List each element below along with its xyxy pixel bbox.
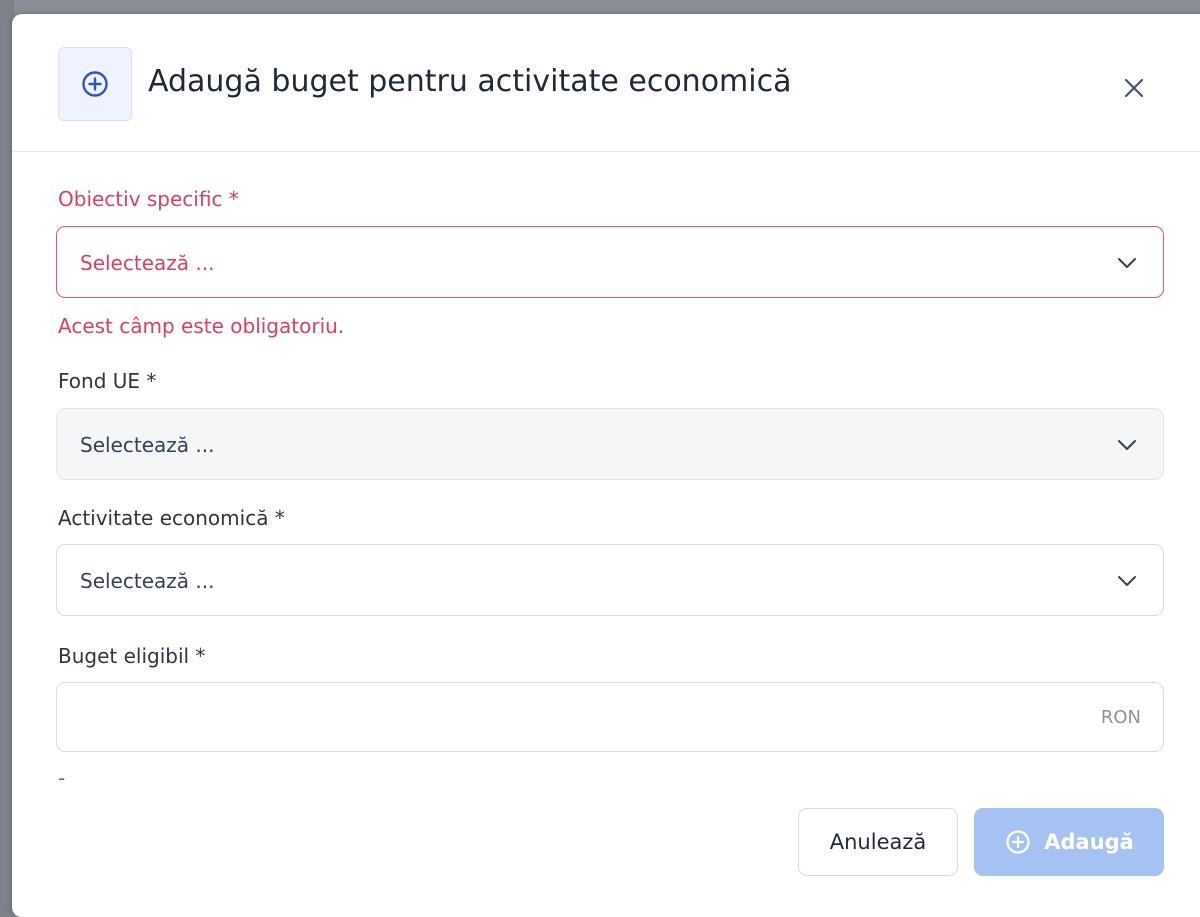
add-button[interactable]: Adaugă — [974, 808, 1164, 876]
add-budget-dialog: Adaugă buget pentru activitate economică… — [12, 14, 1200, 917]
buget-eligibil-input[interactable] — [79, 701, 1063, 735]
buget-eligibil-field: RON — [56, 682, 1164, 752]
fond-ue-select[interactable]: Selectează ... — [56, 408, 1164, 480]
fond-ue-label: Fond UE * — [58, 369, 157, 393]
plus-circle-icon — [58, 47, 132, 121]
obiectiv-specific-select[interactable]: Selectează ... — [56, 226, 1164, 298]
obiectiv-specific-error: Acest câmp este obligatoriu. — [58, 314, 345, 338]
dialog-header: Adaugă buget pentru activitate economică — [12, 14, 1200, 152]
chevron-down-icon — [1118, 440, 1136, 450]
activitate-economica-label: Activitate economică * — [58, 506, 285, 530]
chevron-down-icon — [1118, 258, 1136, 268]
activitate-economica-placeholder: Selectează ... — [80, 569, 215, 593]
dialog-title: Adaugă buget pentru activitate economică — [148, 64, 792, 99]
obiectiv-specific-label: Obiectiv specific * — [58, 187, 239, 211]
fond-ue-placeholder: Selectează ... — [80, 433, 215, 457]
buget-eligibil-hint: - — [58, 766, 66, 790]
add-button-label: Adaugă — [1044, 830, 1134, 854]
close-icon[interactable] — [1112, 66, 1156, 110]
plus-circle-icon — [1006, 830, 1030, 854]
buget-eligibil-label: Buget eligibil * — [58, 644, 206, 668]
chevron-down-icon — [1118, 576, 1136, 586]
obiectiv-specific-placeholder: Selectează ... — [80, 251, 215, 275]
activitate-economica-select[interactable]: Selectează ... — [56, 544, 1164, 616]
cancel-button[interactable]: Anulează — [798, 808, 958, 876]
currency-suffix: RON — [1100, 707, 1141, 728]
